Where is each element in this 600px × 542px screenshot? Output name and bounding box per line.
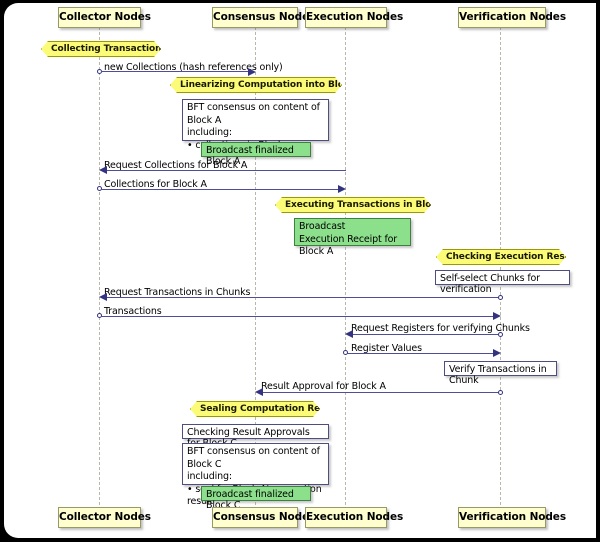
divider-sealing-computation-result[interactable]: Sealing Computation Result <box>190 401 320 417</box>
note-verify-transactions-in-chunk: Verify Transactions in Chunk <box>444 361 557 386</box>
divider-linearizing-computation[interactable]: Linearizing Computation into Blocks <box>170 77 342 93</box>
participant-consensus-header[interactable]: Consensus Nodes <box>212 7 315 28</box>
note-bft-consensus-block-a: BFT consensus on content of Block A incl… <box>182 99 329 151</box>
message-arrowhead-request-registers <box>345 330 353 338</box>
divider-executing-transactions[interactable]: Executing Transactions in Block A <box>275 197 431 213</box>
note-broadcast-finalized-block-a: Broadcast finalized Block A <box>201 142 311 167</box>
note-broadcast-execution-receipt: Broadcast Execution Receipt for Block A <box>294 218 411 257</box>
note-self-select-chunks: Self-select Chunks for verification <box>435 270 570 295</box>
note-broadcast-finalized-block-c: Broadcast finalized Block C <box>201 486 311 511</box>
message-line-request-transactions <box>107 297 498 298</box>
lifeline-collector <box>99 27 100 510</box>
message-arrowhead-transactions <box>493 312 501 320</box>
participant-verification-footer[interactable]: Verification Nodes <box>458 507 566 528</box>
participant-execution-header[interactable]: Execution Nodes <box>305 7 403 28</box>
participant-collector-header[interactable]: Collector Nodes <box>58 7 151 28</box>
divider-collecting-transactions[interactable]: Collecting Transactions <box>41 41 161 57</box>
lifeline-verification <box>500 27 501 510</box>
participant-consensus-footer[interactable]: Consensus Nodes <box>212 507 315 528</box>
diagram-canvas: Collector Nodes Consensus Nodes Executio… <box>4 3 596 538</box>
lifeline-execution <box>345 27 346 510</box>
message-arrowhead-new-collections <box>248 67 256 76</box>
message-line-transactions <box>101 315 497 317</box>
divider-checking-execution-result[interactable]: Checking Execution Result <box>436 249 566 265</box>
message-line-request-collections <box>107 170 346 171</box>
participant-verification-header[interactable]: Verification Nodes <box>458 7 566 28</box>
message-line-new-collections <box>101 71 252 72</box>
message-origin-request-transactions <box>498 295 503 300</box>
message-arrowhead-result-approval <box>255 388 263 396</box>
message-label-request-registers: Request Registers for verifying Chunks <box>351 323 530 334</box>
participant-collector-footer[interactable]: Collector Nodes <box>58 507 151 528</box>
message-origin-result-approval <box>498 390 503 395</box>
diagram-frame: Collector Nodes Consensus Nodes Executio… <box>0 0 600 542</box>
message-line-collections-for-block-a <box>101 188 342 190</box>
message-line-request-registers <box>353 334 498 335</box>
note-bft-consensus-block-c: BFT consensus on content of Block C incl… <box>182 443 329 507</box>
message-arrowhead-request-transactions <box>99 293 107 301</box>
message-line-register-values <box>347 352 497 354</box>
message-arrowhead-request-collections <box>99 166 107 174</box>
participant-execution-footer[interactable]: Execution Nodes <box>305 507 403 528</box>
note-checking-result-approvals: Checking Result Approvals for Block C <box>182 424 329 449</box>
message-arrowhead-collections-for-block-a <box>338 185 346 193</box>
message-line-result-approval <box>263 392 498 393</box>
message-origin-request-registers <box>498 332 503 337</box>
message-arrowhead-register-values <box>493 349 501 357</box>
message-label-result-approval: Result Approval for Block A <box>261 381 386 392</box>
